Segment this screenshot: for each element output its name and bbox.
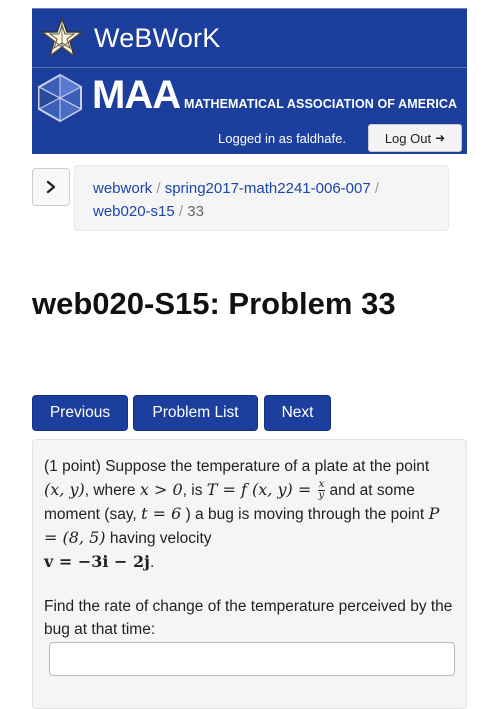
breadcrumb-link-course[interactable]: spring2017-math2241-006-007 xyxy=(165,180,371,197)
logged-in-status: Logged in as faldhafe. xyxy=(218,131,346,146)
problem-bug: ) a bug is moving through the point xyxy=(185,506,425,523)
math-velocity: v = −3i − 2j xyxy=(44,552,150,571)
previous-button[interactable]: Previous xyxy=(32,395,128,431)
maa-logo-icon xyxy=(38,73,83,123)
problem-list-button[interactable]: Problem List xyxy=(133,395,258,431)
problem-statement: (1 point) Suppose the temperature of a p… xyxy=(44,455,449,574)
breadcrumb-link-webwork[interactable]: webwork xyxy=(93,180,152,197)
app-title: WeBWorK xyxy=(94,22,221,53)
maa-wordmark: MAA xyxy=(92,73,181,117)
answer-input[interactable] xyxy=(49,642,455,676)
math-time: t = 6 xyxy=(141,504,182,523)
math-temperature: T = f (x, y) = xyxy=(206,480,312,499)
breadcrumb-current: 33 xyxy=(187,203,204,220)
problem-question: Find the rate of change of the temperatu… xyxy=(44,598,453,638)
maa-bar: MAA MATHEMATICAL ASSOCIATION OF AMERICA … xyxy=(32,68,467,154)
page-title: web020-S15: Problem 33 xyxy=(32,286,396,321)
problem-velocity: having velocity xyxy=(109,530,212,547)
webwork-bar: WeBWorK xyxy=(32,9,467,68)
problem-panel: (1 point) Suppose the temperature of a p… xyxy=(32,439,467,709)
logout-button[interactable]: Log Out ➜ xyxy=(368,124,462,152)
breadcrumb-separator: / xyxy=(178,203,184,220)
maa-full-name: MATHEMATICAL ASSOCIATION OF AMERICA xyxy=(184,97,458,111)
webwork-logo-icon xyxy=(40,16,84,58)
breadcrumb: webwork / spring2017-math2241-006-007 / … xyxy=(74,165,449,231)
nav-toggle-button[interactable] xyxy=(32,168,70,206)
problem-period: . xyxy=(149,554,155,571)
site-header: WeBWorK MAA MATHEMATICAL ASSOCIATION OF … xyxy=(32,8,467,154)
point-value: (1 point) xyxy=(44,458,101,475)
math-fraction: xy xyxy=(317,480,326,502)
problem-where: , where xyxy=(84,482,136,499)
logout-label: Log Out xyxy=(384,130,432,146)
fraction-denominator: y xyxy=(318,490,325,502)
math-condition: x > 0 xyxy=(139,480,183,499)
chevron-right-icon xyxy=(46,180,56,194)
breadcrumb-link-set[interactable]: web020-s15 xyxy=(93,203,175,220)
next-button[interactable]: Next xyxy=(264,395,331,431)
problem-intro: Suppose the temperature of a plate at th… xyxy=(105,458,430,475)
breadcrumb-separator: / xyxy=(374,180,380,197)
breadcrumb-separator: / xyxy=(156,180,161,197)
math-point: (x, y) xyxy=(44,480,85,499)
problem-is: , is xyxy=(182,482,203,499)
sign-out-icon: ➜ xyxy=(435,131,446,145)
